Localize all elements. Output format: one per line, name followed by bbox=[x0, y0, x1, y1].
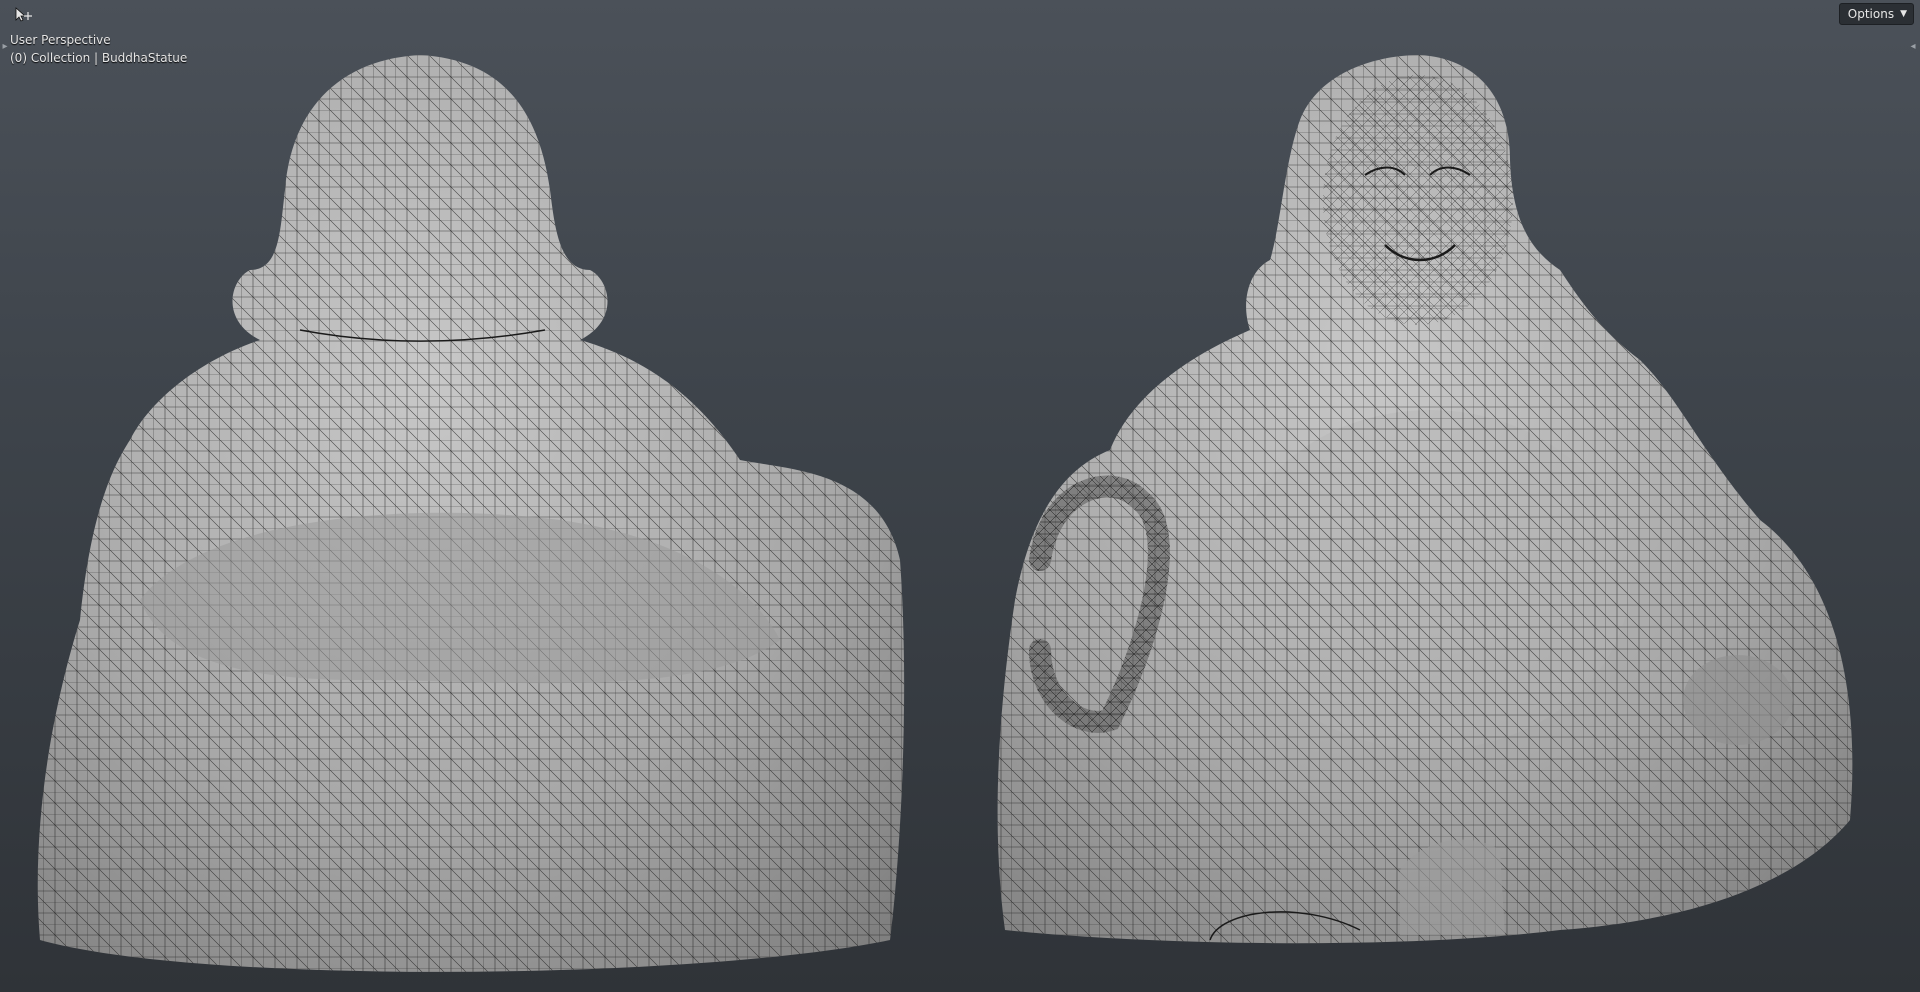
options-label: Options bbox=[1847, 7, 1895, 21]
select-cursor-icon[interactable] bbox=[14, 6, 36, 24]
view-perspective-label: User Perspective bbox=[10, 33, 111, 47]
options-button[interactable]: Options ▼ bbox=[1838, 3, 1914, 25]
3d-viewport[interactable]: User Perspective (0) Collection | Buddha… bbox=[0, 0, 1920, 992]
active-collection-label: (0) Collection | BuddhaStatue bbox=[10, 51, 188, 65]
chevron-left-icon[interactable]: ◂ bbox=[1908, 40, 1918, 54]
statue-back-view bbox=[37, 55, 905, 972]
buddha-statue-mesh[interactable] bbox=[0, 0, 1920, 992]
chevron-down-icon: ▼ bbox=[1900, 8, 1907, 19]
statue-front-view bbox=[997, 55, 1853, 944]
chevron-right-icon[interactable]: ▸ bbox=[0, 40, 10, 54]
